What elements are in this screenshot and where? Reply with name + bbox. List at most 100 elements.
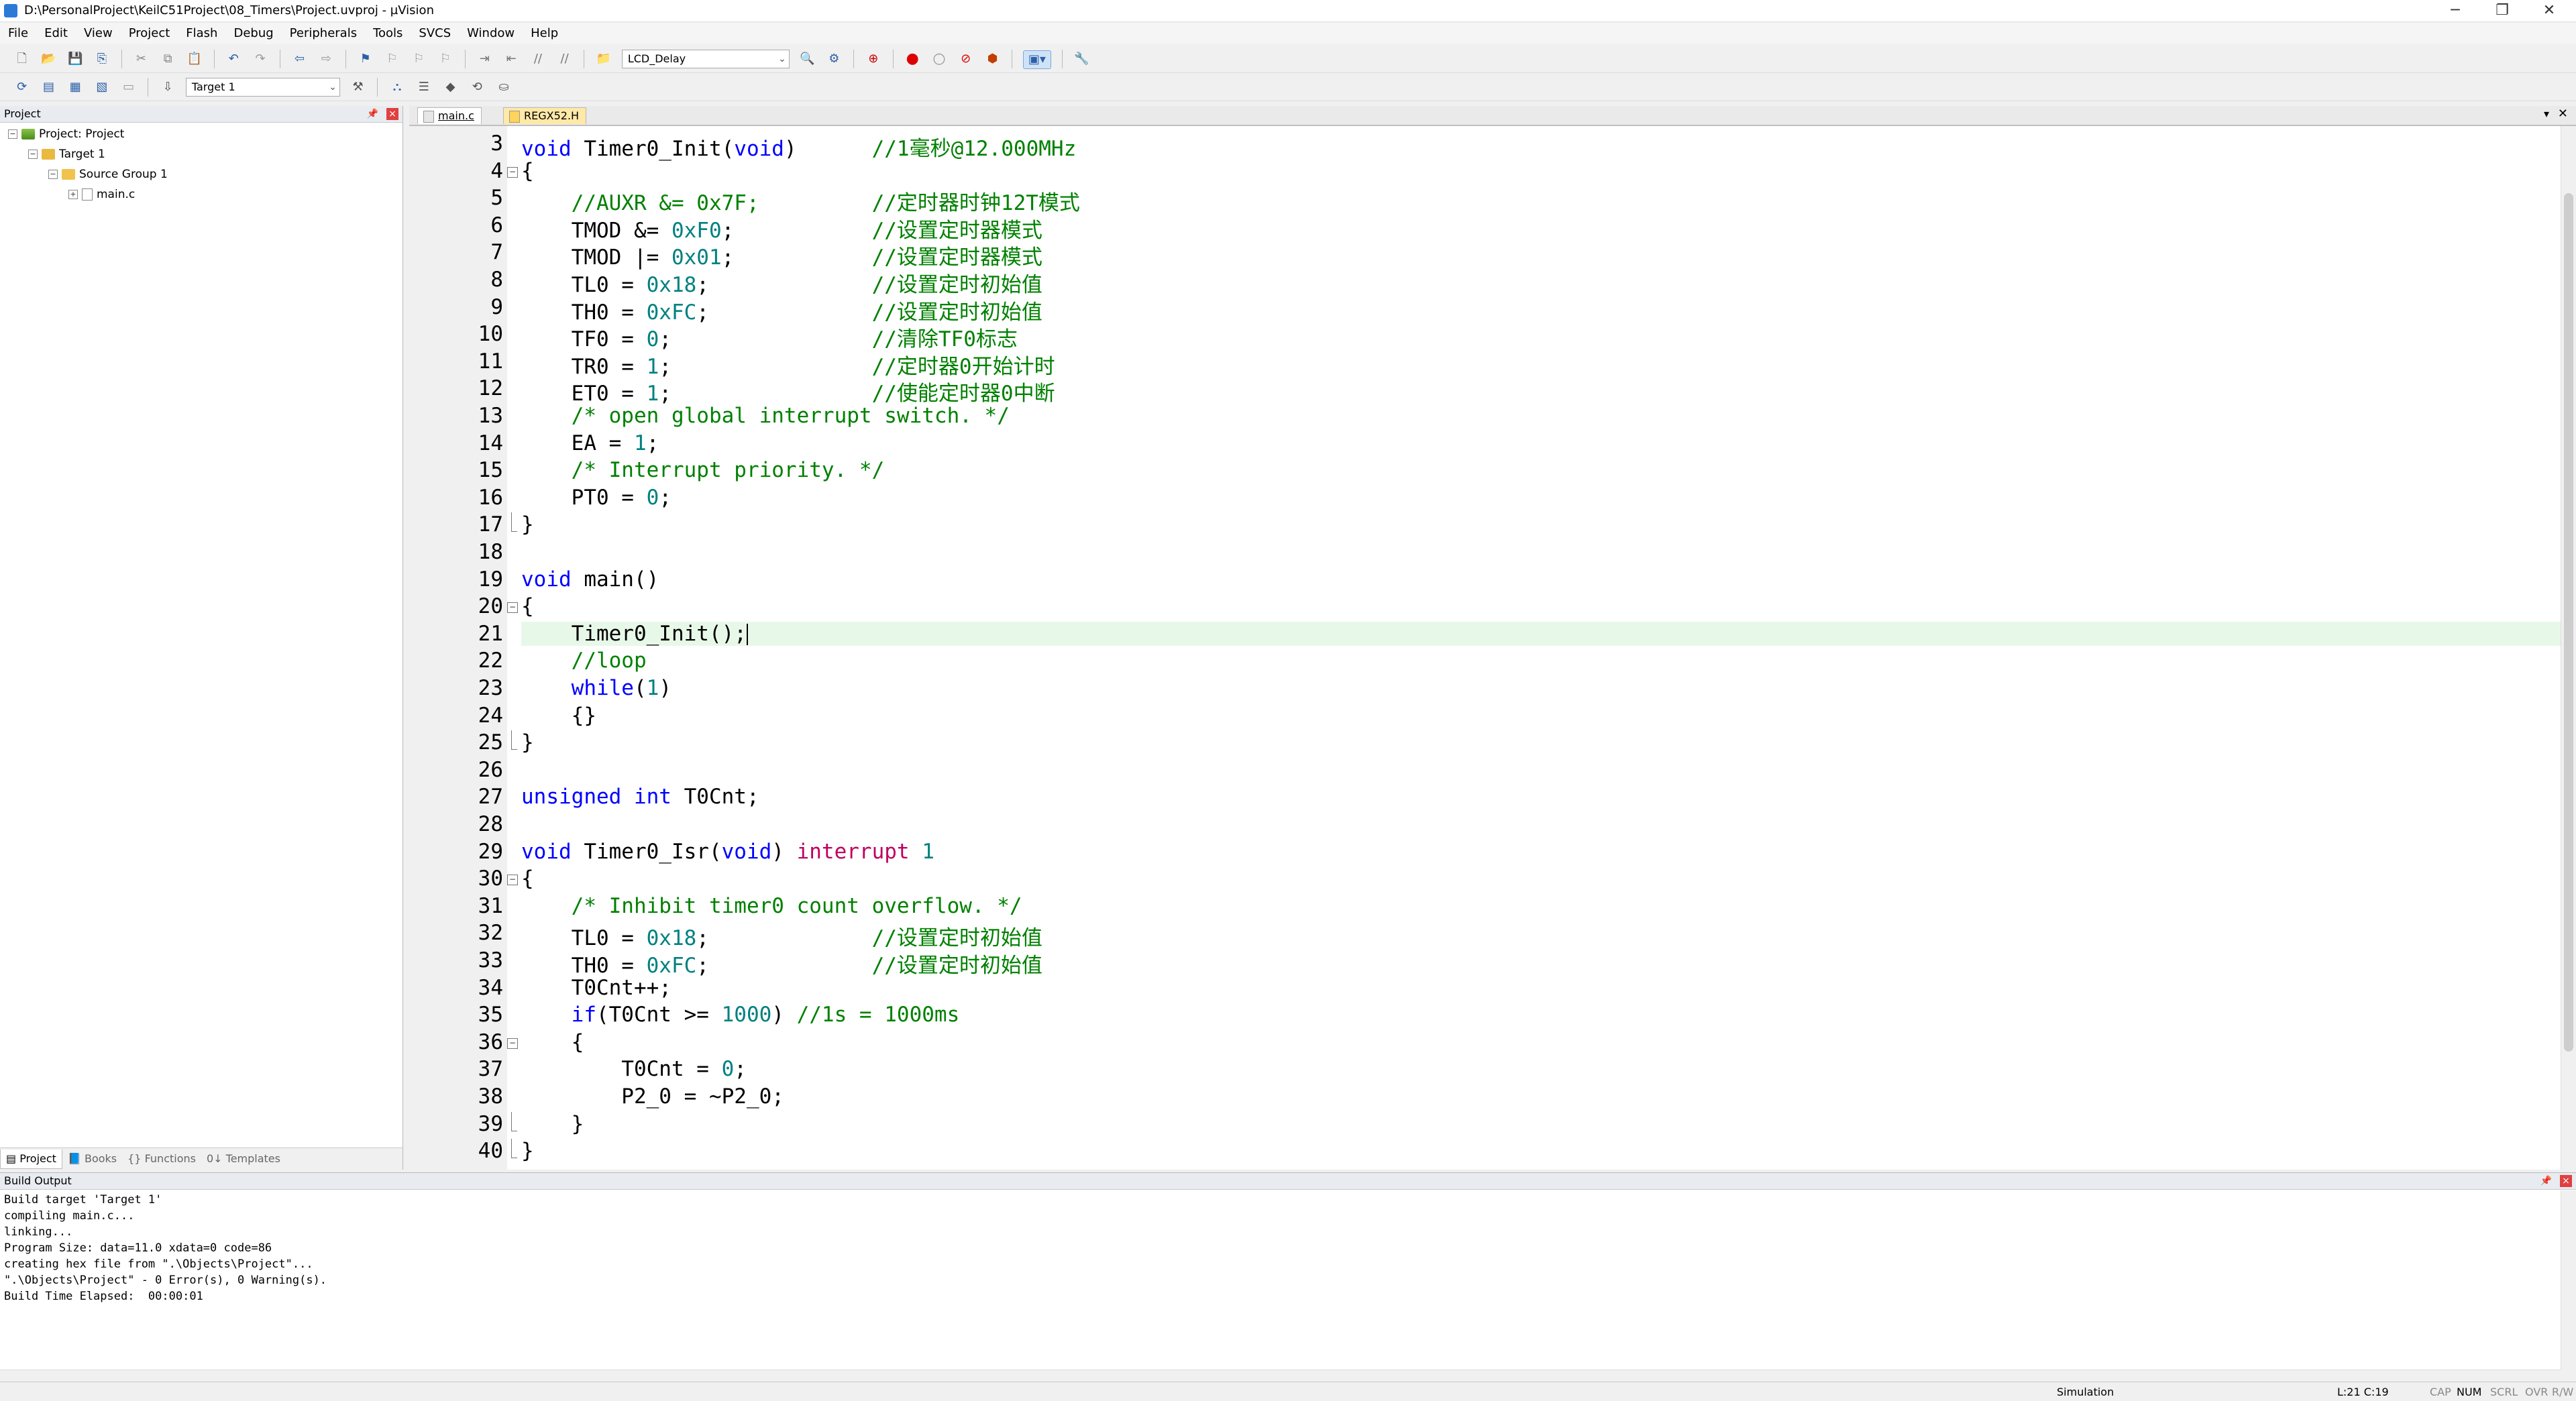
collapse-icon[interactable]: − <box>28 150 38 159</box>
menu-debug[interactable]: Debug <box>225 23 281 44</box>
close-window-button[interactable]: ✕ <box>2522 0 2576 21</box>
indent-icon[interactable]: ⇥ <box>476 50 493 68</box>
download-icon[interactable]: ⇩ <box>159 78 176 96</box>
build-icon[interactable]: ▤ <box>40 78 57 96</box>
code-line[interactable]: unsigned int T0Cnt; <box>521 785 759 809</box>
stop-build-icon[interactable]: ▭ <box>120 78 138 96</box>
menu-svcs[interactable]: SVCS <box>411 23 459 44</box>
kill-breakpoints-icon[interactable]: ⊘ <box>957 50 975 68</box>
code-line[interactable]: void Timer0_Init(void) //1毫秒@12.000MHz <box>521 131 1076 162</box>
code-line[interactable]: while(1) <box>521 676 672 700</box>
fold-toggle-icon[interactable]: − <box>507 1038 518 1049</box>
target-combo[interactable]: Target 1 ⌄ <box>185 78 340 97</box>
fold-toggle-icon[interactable]: − <box>507 875 518 886</box>
open-folder-icon[interactable]: 📂 <box>40 50 57 68</box>
code-line[interactable]: Timer0_Init(); <box>521 621 2561 646</box>
incremental-find-icon[interactable]: ⚙ <box>825 50 843 68</box>
bookmark-icon[interactable]: ⚑ <box>357 50 374 68</box>
code-line[interactable]: TMOD &= 0xF0; //设置定时器模式 <box>521 213 1042 243</box>
code-line[interactable]: TL0 = 0x18; //设置定时初始值 <box>521 921 1042 951</box>
code-line[interactable]: } <box>521 1139 534 1163</box>
tree-source-group[interactable]: − Source Group 1 <box>48 168 168 181</box>
undo-icon[interactable]: ↶ <box>225 50 242 68</box>
code-line[interactable]: TL0 = 0x18; //设置定时初始值 <box>521 268 1042 298</box>
cut-icon[interactable]: ✂ <box>132 50 150 68</box>
tab-project[interactable]: ▤ Project <box>0 1150 62 1169</box>
code-line[interactable]: { <box>521 159 534 183</box>
manage-project-icon[interactable]: ⛬ <box>388 78 406 96</box>
code-line[interactable]: PT0 = 0; <box>521 486 672 510</box>
menu-tools[interactable]: Tools <box>365 23 411 44</box>
tab-functions[interactable]: {} Functions <box>122 1150 201 1168</box>
code-line[interactable]: TR0 = 1; //定时器0开始计时 <box>521 349 1055 380</box>
comment-icon[interactable]: // <box>529 50 547 68</box>
navigate-back-icon[interactable]: ⇦ <box>291 50 309 68</box>
select-packs-icon[interactable]: ◆ <box>442 78 460 96</box>
code-line[interactable]: T0Cnt++; <box>521 976 672 1000</box>
fold-toggle-icon[interactable]: − <box>507 166 518 178</box>
code-line[interactable]: } <box>521 730 534 754</box>
code-line[interactable]: TH0 = 0xFC; //设置定时初始值 <box>521 295 1042 325</box>
code-line[interactable]: /* Interrupt priority. */ <box>521 458 885 482</box>
breakpoint-icon[interactable]: ● <box>904 50 921 68</box>
collapse-icon[interactable]: − <box>8 129 17 139</box>
scroll-thumb[interactable] <box>2564 193 2573 1052</box>
menu-flash[interactable]: Flash <box>178 23 225 44</box>
save-all-icon[interactable]: ⎘ <box>93 50 111 68</box>
menu-window[interactable]: Window <box>459 23 523 44</box>
debug-session-icon[interactable]: ⊕ <box>865 50 882 68</box>
menu-edit[interactable]: Edit <box>36 23 76 44</box>
save-icon[interactable]: 💾 <box>66 50 84 68</box>
menu-view[interactable]: View <box>76 23 121 44</box>
output-scrollbar[interactable] <box>2561 1190 2576 1382</box>
function-combo[interactable]: LCD_Delay ⌄ <box>621 50 790 68</box>
menu-help[interactable]: Help <box>523 23 566 44</box>
code-line[interactable]: P2_0 = ~P2_0; <box>521 1084 784 1109</box>
rebuild-icon[interactable]: ▦ <box>66 78 84 96</box>
vertical-scrollbar[interactable] <box>2561 126 2576 1170</box>
next-bookmark-icon[interactable]: ⚐ <box>410 50 427 68</box>
tab-templates[interactable]: 0↓ Templates <box>201 1150 286 1168</box>
translate-icon[interactable]: ⟳ <box>13 78 31 96</box>
batch-build-icon[interactable]: ▧ <box>93 78 111 96</box>
window-layout-icon[interactable]: ▣▾ <box>1022 50 1051 69</box>
file-extensions-icon[interactable]: ☰ <box>415 78 433 96</box>
code-line[interactable]: T0Cnt = 0; <box>521 1057 747 1081</box>
run-time-environment-icon[interactable]: ⛀ <box>495 78 513 96</box>
configure-icon[interactable]: 🔧 <box>1073 50 1090 68</box>
code-line[interactable]: { <box>521 594 534 618</box>
code-line[interactable]: { <box>521 866 534 891</box>
target-options-icon[interactable]: ⚒ <box>350 78 367 96</box>
menu-peripherals[interactable]: Peripherals <box>282 23 365 44</box>
code-line[interactable]: /* open global interrupt switch. */ <box>521 404 1010 428</box>
tree-target[interactable]: − Target 1 <box>28 148 105 161</box>
code-line[interactable]: TH0 = 0xFC; //设置定时初始值 <box>521 948 1042 978</box>
output-hscrollbar[interactable] <box>0 1369 2561 1382</box>
code-area[interactable]: 3 void Timer0_Init(void) //1毫秒@12.000MHz 4… <box>409 126 2576 1170</box>
unindent-icon[interactable]: ⇤ <box>502 50 520 68</box>
tree-file-main-c[interactable]: + main.c <box>68 188 135 201</box>
code-line[interactable]: } <box>521 512 534 537</box>
code-line[interactable]: {} <box>521 704 596 728</box>
navigate-forward-icon[interactable]: ⇨ <box>317 50 335 68</box>
prev-bookmark-icon[interactable]: ⚐ <box>383 50 400 68</box>
code-line[interactable]: ET0 = 1; //使能定时器0中断 <box>521 376 1055 406</box>
find-icon[interactable]: 🔍 <box>799 50 816 68</box>
code-line[interactable]: //loop <box>521 649 647 673</box>
copy-icon[interactable]: ⧉ <box>159 50 176 68</box>
tab-regx52-h[interactable]: REGX52.H <box>503 107 587 124</box>
code-line[interactable]: } <box>521 1112 584 1136</box>
code-line[interactable]: EA = 1; <box>521 431 659 455</box>
expand-icon[interactable]: + <box>68 190 78 199</box>
maximize-button[interactable]: ❐ <box>2475 0 2529 21</box>
tree-project-root[interactable]: − Project: Project <box>8 127 124 141</box>
menu-file[interactable]: File <box>0 23 36 44</box>
code-line[interactable]: void main() <box>521 567 659 592</box>
code-line[interactable]: if(T0Cnt >= 1000) //1s = 1000ms <box>521 1003 960 1027</box>
code-line[interactable]: //AUXR &= 0x7F; //定时器时钟12T模式 <box>521 186 1080 216</box>
clear-bookmarks-icon[interactable]: ⚐ <box>437 50 454 68</box>
disable-all-breakpoints-icon[interactable]: ⬢ <box>983 50 1001 68</box>
uncomment-icon[interactable]: ∕∕ <box>556 50 574 68</box>
pin-icon[interactable]: 📌 <box>2540 1173 2552 1189</box>
menu-project[interactable]: Project <box>121 23 178 44</box>
